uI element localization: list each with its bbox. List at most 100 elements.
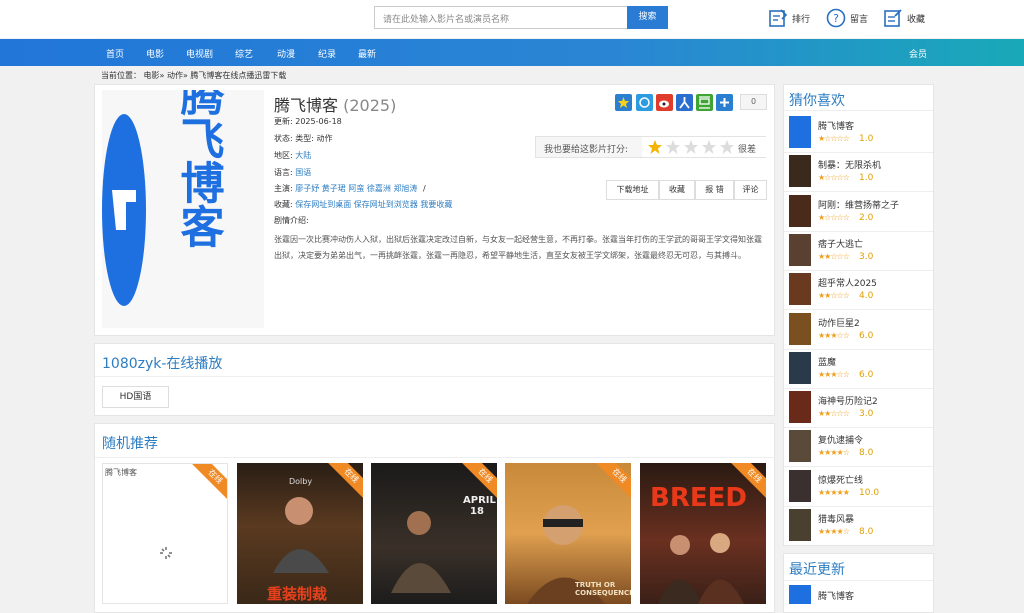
cast-link[interactable]: 廖子妤 (295, 184, 319, 193)
desc-label: 剧情介绍: (274, 216, 309, 225)
share-douban-icon[interactable] (696, 94, 713, 111)
random-card[interactable]: TRUTH OR CONSEQUENCES 在线 (505, 463, 631, 604)
recommend-score: 6.0 (859, 330, 874, 341)
favorite-link[interactable]: 我要收藏 (420, 200, 452, 209)
favorite-link[interactable]: 收藏 (883, 8, 925, 28)
recommend-thumb[interactable] (789, 312, 811, 345)
divider (784, 110, 933, 111)
report-error-button[interactable]: 报 错 (695, 180, 734, 200)
rating-prompt: 我也要给这影片打分: (544, 145, 629, 155)
recommend-score: 8.0 (859, 527, 874, 537)
recommend-thumb[interactable] (789, 273, 811, 306)
cast-link[interactable]: 阿蛮 (348, 184, 364, 193)
rating-box: 我也要给这影片打分: 很差 (535, 136, 767, 158)
recommend-thumb[interactable] (789, 233, 811, 266)
rank-label: 排行 (792, 14, 811, 25)
nav-item-latest[interactable]: 最新 (358, 47, 376, 60)
region-link[interactable]: 大陆 (295, 151, 311, 160)
rating-stars[interactable]: 很差 (642, 137, 767, 157)
broken-image-alt: 腾飞博客 (105, 468, 137, 477)
poster-text: 腾飞博客 (173, 90, 225, 248)
recommend-item[interactable]: 蓝魔 ★★★☆☆ 6.0 (789, 350, 933, 388)
share-qzone-icon[interactable] (615, 94, 632, 111)
recommend-item[interactable]: 复仇逮捕令 ★★★★☆ 8.0 (789, 428, 933, 466)
card-date: APRIL 18 (463, 495, 496, 517)
movie-title: 腾飞博客 (2025) (274, 92, 396, 116)
random-card[interactable]: APRIL 18 在线 (371, 463, 497, 604)
download-button[interactable]: 下载地址 (606, 180, 659, 200)
nav-item-home[interactable]: 首页 (106, 47, 124, 60)
share-more-icon[interactable] (716, 94, 733, 111)
recommend-thumb[interactable] (789, 351, 811, 384)
random-card[interactable]: 腾飞博客 在线 (102, 463, 228, 604)
nav-item-documentary[interactable]: 纪录 (318, 47, 336, 60)
recommend-name[interactable]: 海神号历险记2 (818, 394, 878, 407)
recommend-name[interactable]: 阿刚：维营扬蒂之子 (818, 198, 899, 211)
recommend-name[interactable]: 惊爆死亡线 (818, 473, 863, 486)
recent-item-name[interactable]: 腾飞博客 (818, 589, 854, 602)
recommend-score: 10.0 (859, 487, 880, 498)
recommend-name[interactable]: 超乎常人2025 (818, 276, 877, 289)
recommend-score: 4.0 (859, 291, 874, 302)
search-input[interactable]: 请在此处输入影片名或演员名称 (374, 6, 628, 29)
recommend-thumb[interactable] (789, 391, 811, 424)
recent-thumb[interactable] (789, 585, 811, 604)
share-tencent-icon[interactable] (636, 94, 653, 111)
recommend-name[interactable]: 痞子大逃亡 (818, 237, 863, 250)
recommend-score: 1.0 (859, 134, 874, 144)
episode-button[interactable]: HD国语 (102, 386, 169, 408)
recommend-item[interactable]: 阿刚：维营扬蒂之子 ★☆☆☆☆ 2.0 (789, 193, 933, 231)
message-link[interactable]: ? 留言 (826, 8, 868, 28)
save-browser-link[interactable]: 保存网址到浏览器 (354, 200, 418, 209)
recommend-item[interactable]: 猎毒风暴 ★★★★☆ 8.0 (789, 507, 933, 545)
cast-link[interactable]: 黄子珺 (322, 184, 346, 193)
top-bar: 请在此处输入影片名或演员名称 搜索 排行 ? 留言 收藏 (0, 0, 1024, 38)
random-card[interactable]: BREED 在线 (640, 463, 766, 604)
random-card[interactable]: Dolby 重装制裁 在线 (237, 463, 363, 604)
recommend-item[interactable]: 超乎常人2025 ★★☆☆☆ 4.0 (789, 271, 933, 309)
cast-link[interactable]: 郑旭涛 (393, 184, 417, 193)
share-weibo-icon[interactable] (656, 94, 673, 111)
recommend-item[interactable]: 腾飞博客 ★☆☆☆☆ 1.0 (789, 114, 933, 152)
recommend-item[interactable]: 惊爆死亡线 ★★★★★ 10.0 (789, 468, 933, 506)
recommend-name[interactable]: 蓝魔 (818, 355, 836, 368)
movie-poster[interactable]: 腾飞博客 (102, 90, 264, 328)
recommend-thumb[interactable] (789, 430, 811, 463)
language-link[interactable]: 国语 (295, 168, 311, 177)
recommend-item[interactable]: 海神号历险记2 ★★☆☆☆ 3.0 (789, 389, 933, 427)
message-label: 留言 (850, 14, 869, 25)
recommend-thumb[interactable] (789, 194, 811, 227)
nav-item-tv[interactable]: 电视剧 (186, 47, 213, 60)
recommend-item[interactable]: 痞子大逃亡 ★★☆☆☆ 3.0 (789, 232, 933, 270)
recommend-name[interactable]: 猎毒风暴 (818, 512, 854, 525)
recommend-thumb[interactable] (789, 509, 811, 541)
breadcrumb-path[interactable]: 电影» 动作» 腾飞博客在线点播迅雷下载 (144, 71, 287, 80)
recommend-name[interactable]: 复仇逮捕令 (818, 433, 863, 446)
recommend-name[interactable]: 动作巨星2 (818, 316, 860, 329)
nav-item-member[interactable]: 会员 (909, 47, 927, 60)
cast-row: 主演: 廖子妤 黄子珺 阿蛮 徐嘉洲 郑旭涛 / (274, 184, 426, 193)
nav-item-variety[interactable]: 综艺 (235, 47, 253, 60)
recommend-item[interactable]: 制暴：无限杀机 ★☆☆☆☆ 1.0 (789, 153, 933, 191)
rank-link[interactable]: 排行 (768, 8, 810, 28)
save-desktop-link[interactable]: 保存网址到桌面 (295, 200, 351, 209)
online-ribbon: 在线 (188, 464, 227, 504)
search-button[interactable]: 搜索 (627, 6, 668, 29)
favorite-button[interactable]: 收藏 (659, 180, 695, 200)
edit-list-icon (769, 9, 788, 27)
loading-icon (160, 547, 172, 559)
recommend-thumb[interactable] (789, 469, 811, 502)
recommend-thumb[interactable] (789, 116, 811, 148)
recommend-name[interactable]: 制暴：无限杀机 (818, 158, 881, 171)
share-renren-icon[interactable] (676, 94, 693, 111)
recommend-name[interactable]: 腾飞博客 (818, 119, 854, 132)
recommend-thumb[interactable] (789, 155, 811, 188)
language-row: 语言: 国语 (274, 168, 312, 177)
nav-item-movie[interactable]: 电影 (146, 47, 164, 60)
recommend-item[interactable]: 动作巨星2 ★★★☆☆ 6.0 (789, 311, 933, 349)
comment-button[interactable]: 评论 (734, 180, 767, 200)
cast-link[interactable]: 徐嘉洲 (367, 184, 391, 193)
nav-item-anime[interactable]: 动漫 (277, 47, 295, 60)
star-rating-icon (648, 140, 734, 154)
star-rating-icon: ★☆☆☆☆ (818, 134, 850, 143)
